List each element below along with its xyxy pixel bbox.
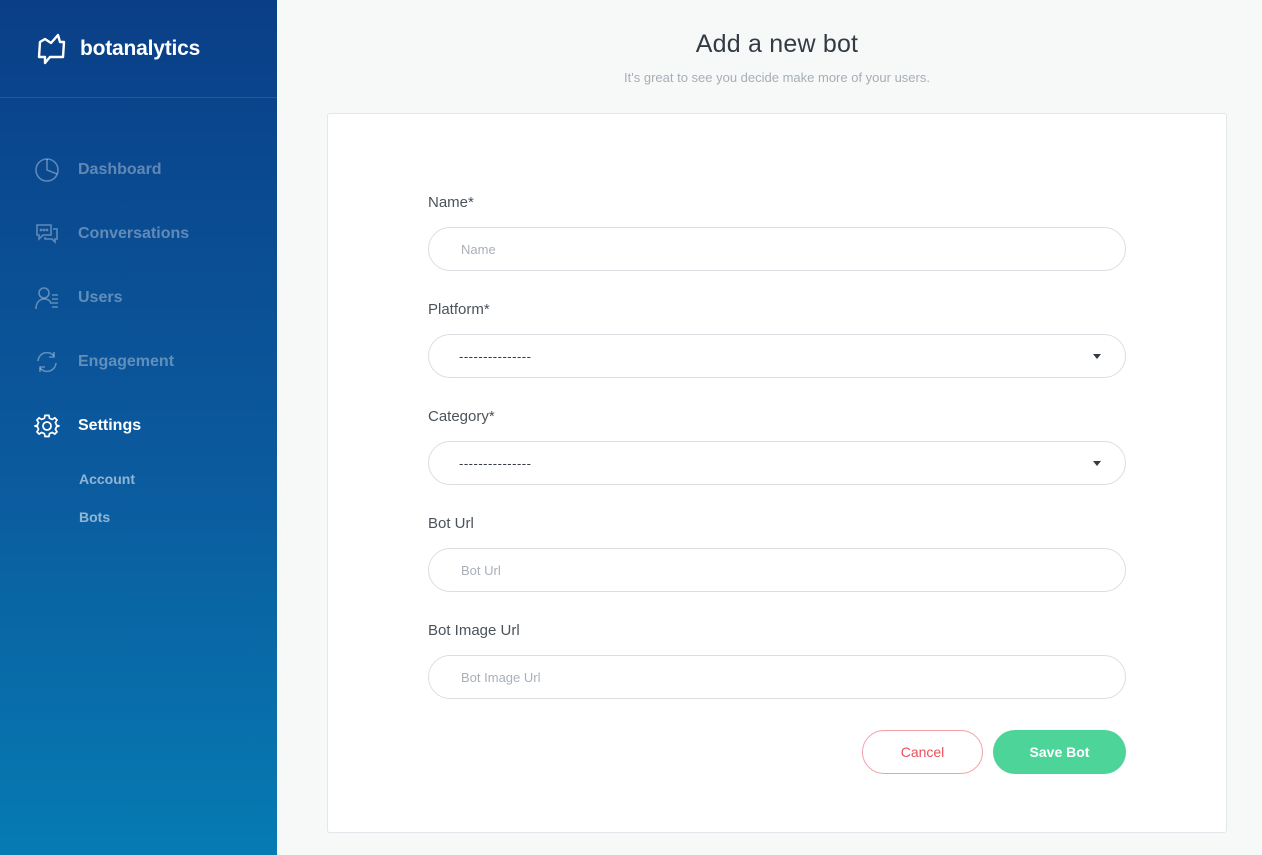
caret-down-icon xyxy=(1093,354,1101,359)
name-label: Name* xyxy=(428,194,474,211)
sidebar-item-label: Settings xyxy=(78,417,142,434)
sidebar-item-conversations[interactable]: Conversations xyxy=(0,214,277,254)
page-title: Add a new bot xyxy=(695,30,859,58)
bot-image-url-label: Bot Image Url xyxy=(428,622,520,639)
caret-down-icon xyxy=(1093,461,1101,466)
bot-image-url-input[interactable] xyxy=(459,668,1083,686)
bot-image-url-field[interactable] xyxy=(428,655,1126,699)
bot-url-label: Bot Url xyxy=(428,515,474,532)
name-input[interactable] xyxy=(459,240,1083,258)
bot-url-field[interactable] xyxy=(428,548,1126,592)
pie-chart-icon xyxy=(34,157,60,183)
brand-name: botanalytics xyxy=(80,36,201,60)
bot-url-input[interactable] xyxy=(459,561,1083,579)
save-bot-button[interactable]: Save Bot xyxy=(993,730,1126,774)
gear-icon xyxy=(34,413,60,439)
sidebar-item-label: Conversations xyxy=(78,225,190,242)
platform-label: Platform* xyxy=(428,301,490,318)
category-select-value: --------------- xyxy=(459,455,532,471)
platform-select-value: --------------- xyxy=(459,348,532,364)
sidebar-item-label: Engagement xyxy=(78,353,175,370)
main-content: Add a new bot It's great to see you deci… xyxy=(277,0,1262,855)
refresh-icon xyxy=(34,349,60,375)
sidebar-item-dashboard[interactable]: Dashboard xyxy=(0,150,277,190)
subnav-item-account[interactable]: Account xyxy=(0,460,277,498)
sidebar-item-users[interactable]: Users xyxy=(0,278,277,318)
logo-icon xyxy=(37,33,66,64)
category-label: Category* xyxy=(428,408,495,425)
name-field[interactable] xyxy=(428,227,1126,271)
settings-subnav: Account Bots xyxy=(0,460,277,536)
sidebar-item-settings[interactable]: Settings xyxy=(0,406,277,446)
sidebar-nav: Dashboard Conversations Users Engagement… xyxy=(0,150,277,536)
add-bot-form: Name* Platform* --------------- Category… xyxy=(327,113,1227,833)
users-icon xyxy=(34,285,60,311)
subnav-item-bots[interactable]: Bots xyxy=(0,498,277,536)
sidebar-item-engagement[interactable]: Engagement xyxy=(0,342,277,382)
cancel-button[interactable]: Cancel xyxy=(862,730,983,774)
category-select[interactable]: --------------- xyxy=(428,441,1126,485)
sidebar-item-label: Users xyxy=(78,289,123,306)
sidebar-item-label: Dashboard xyxy=(78,161,162,178)
chat-bubbles-icon xyxy=(34,221,60,247)
brand[interactable]: botanalytics xyxy=(0,0,277,98)
page-subtitle: It's great to see you decide make more o… xyxy=(624,70,930,85)
platform-select[interactable]: --------------- xyxy=(428,334,1126,378)
sidebar: botanalytics Dashboard Conversations Use… xyxy=(0,0,277,855)
